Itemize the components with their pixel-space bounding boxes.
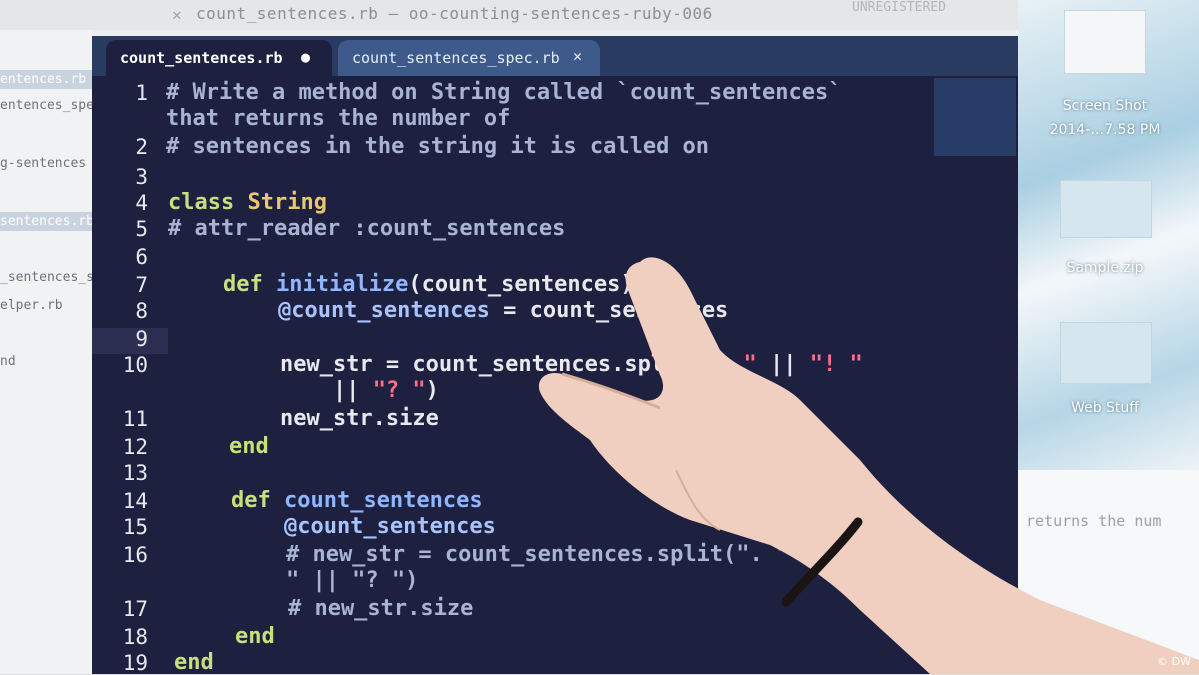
line-number: 7 xyxy=(135,273,148,297)
code-line[interactable]: @count_sentences = count_sentences xyxy=(172,298,728,323)
code-token: class xyxy=(168,190,248,215)
desktop-label: 2014-…7.58 PM xyxy=(1049,122,1161,138)
window-titlebar: ✕ count_sentences.rb — oo-counting-sente… xyxy=(0,0,1020,30)
code-token: initialize xyxy=(275,272,409,297)
code-line[interactable]: # new_str = count_sentences.split(". " |… xyxy=(180,542,869,567)
code-token: String xyxy=(247,190,327,215)
tab-count-sentences-spec[interactable]: count_sentences_spec.rb ✕ xyxy=(338,40,600,76)
file-icon[interactable] xyxy=(1064,10,1146,74)
minimap[interactable] xyxy=(934,78,1016,156)
sidebar-item[interactable]: g-sentences xyxy=(0,156,86,171)
code-token: end xyxy=(176,434,269,459)
code-editor[interactable]: count_sentences.rb ● count_sentences_spe… xyxy=(92,36,1018,675)
tab-label: count_sentences.rb xyxy=(120,49,283,67)
watermark: © DW xyxy=(1157,655,1191,668)
line-number: 6 xyxy=(135,245,148,269)
line-number: 2 xyxy=(135,135,148,159)
right-window-text: returns the num xyxy=(1026,512,1162,530)
line-number: 15 xyxy=(122,515,148,539)
code-token: @count_sentences xyxy=(172,298,490,323)
code-line[interactable]: def initialize(count_sentences) xyxy=(170,272,634,297)
line-number: 3 xyxy=(135,165,148,189)
code-token: def xyxy=(170,272,276,297)
line-number: 1 xyxy=(135,81,148,105)
code-token: end xyxy=(174,650,214,675)
code-line[interactable]: new_str.size xyxy=(174,406,439,431)
code-token: = count_sentences xyxy=(489,298,729,323)
unregistered-label: UNREGISTERED xyxy=(852,0,946,15)
right-window: returns the num xyxy=(1018,470,1199,674)
folder-icon[interactable] xyxy=(1060,322,1152,384)
desktop-label: Web Stuff xyxy=(1071,400,1139,416)
code-line[interactable]: @count_sentences xyxy=(178,514,496,539)
code-line[interactable]: # Write a method on String called `count… xyxy=(166,80,842,105)
code-line[interactable]: # attr_reader :count_sentences xyxy=(168,216,565,241)
code-line[interactable]: " || "? ") xyxy=(180,568,418,593)
code-token: " || "? ") xyxy=(180,568,419,593)
sidebar-item[interactable]: entences.rb xyxy=(0,70,95,89)
unsaved-dot-icon[interactable]: ● xyxy=(301,48,310,66)
code-line[interactable]: def count_sentences xyxy=(178,488,483,513)
line-number: 5 xyxy=(135,217,148,241)
line-number: 17 xyxy=(122,597,148,621)
file-sidebar: entences.rb entences_spec.rb g-sentences… xyxy=(0,30,125,674)
line-number: 13 xyxy=(122,461,148,485)
code-token: # attr_reader :count_sentences xyxy=(168,216,566,241)
line-number: 19 xyxy=(122,651,148,675)
code-token: count_sentences xyxy=(283,488,483,513)
line-number: 8 xyxy=(135,299,148,323)
code-token: end xyxy=(182,624,275,649)
code-line[interactable]: end xyxy=(182,624,275,649)
zip-icon[interactable] xyxy=(1060,180,1152,238)
code-token: @count_sentences xyxy=(178,514,496,539)
desktop-label: Sample.zip xyxy=(1066,260,1144,276)
code-line[interactable]: that returns the number of xyxy=(166,106,510,131)
sidebar-item[interactable]: sentences.rb xyxy=(0,212,102,231)
line-number: 12 xyxy=(122,435,148,459)
line-number: 11 xyxy=(122,407,148,431)
code-token: that returns the number of xyxy=(166,106,511,131)
code-line[interactable]: # sentences in the string it is called o… xyxy=(166,134,709,159)
code-token: new_str.size xyxy=(174,406,439,431)
code-token: "? " xyxy=(372,378,426,403)
line-number: 10 xyxy=(122,353,148,377)
code-line[interactable]: end xyxy=(176,434,269,459)
code-line[interactable]: # new_str.size xyxy=(182,596,473,621)
close-tab-icon[interactable]: ✕ xyxy=(573,47,582,65)
line-number: 9 xyxy=(135,327,148,351)
tab-bar: count_sentences.rb ● count_sentences_spe… xyxy=(92,36,1018,76)
code-token: def xyxy=(178,488,284,513)
code-token: # Write a method on String called `count… xyxy=(166,80,842,105)
close-icon[interactable]: ✕ xyxy=(172,5,182,24)
line-number: 14 xyxy=(122,489,148,513)
window-title: count_sentences.rb — oo-counting-sentenc… xyxy=(196,4,713,23)
sidebar-item[interactable]: _sentences_s xyxy=(0,270,94,285)
tab-label: count_sentences_spec.rb xyxy=(352,49,560,67)
line-number: 18 xyxy=(122,625,148,649)
code-token: # new_str.size xyxy=(182,596,474,621)
code-token: (count_sentences) xyxy=(408,272,634,297)
code-line[interactable]: new_str = count_sentences.split(". " || … xyxy=(174,352,863,377)
code-token: new_str = count_sentences.split( xyxy=(174,352,704,377)
desktop-label: Screen Shot xyxy=(1062,98,1148,114)
code-line[interactable]: || "? ") xyxy=(174,378,439,403)
line-number: 4 xyxy=(135,191,148,215)
code-token: || xyxy=(756,352,810,377)
code-line[interactable]: class String xyxy=(168,190,327,215)
tab-count-sentences[interactable]: count_sentences.rb ● xyxy=(106,40,332,76)
code-line[interactable]: end xyxy=(174,650,214,675)
line-number: 16 xyxy=(122,543,148,567)
code-token: # sentences in the string it is called o… xyxy=(166,134,710,159)
code-token: ) xyxy=(425,378,439,403)
sidebar-item[interactable]: elper.rb xyxy=(0,298,63,313)
sidebar-item[interactable]: nd xyxy=(0,354,16,369)
code-token: # new_str = count_sentences.split(". " |… xyxy=(180,542,869,567)
code-token: || xyxy=(174,378,373,403)
code-token: ". " xyxy=(703,352,757,377)
code-token: "! " xyxy=(809,352,863,377)
